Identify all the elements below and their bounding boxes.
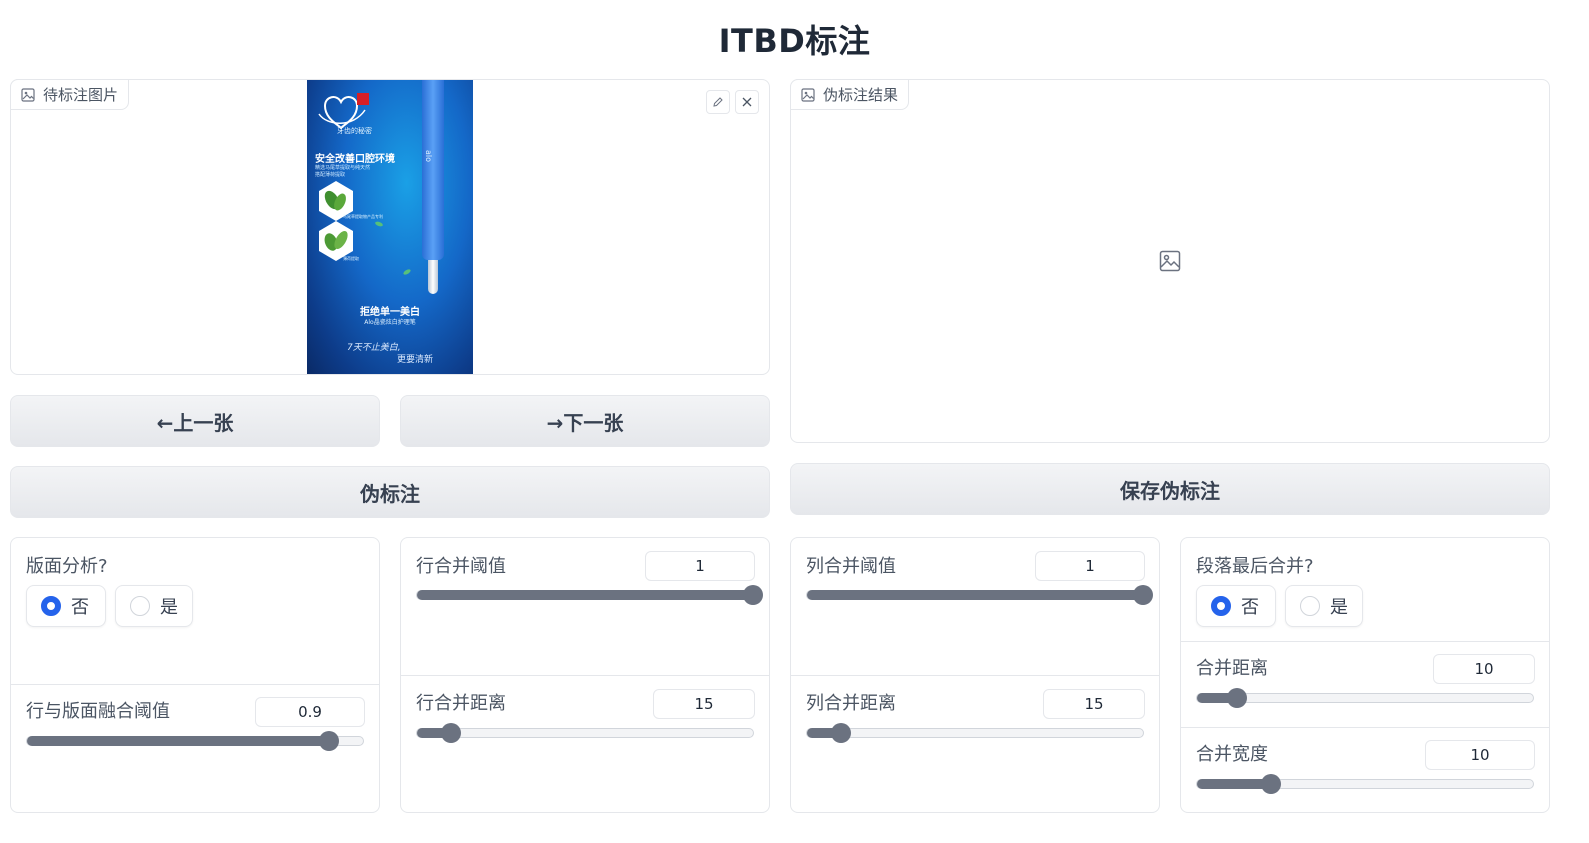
merge-width-input[interactable]: 10 bbox=[1425, 740, 1535, 770]
slider-thumb[interactable] bbox=[319, 731, 340, 751]
slider-fill bbox=[417, 590, 753, 600]
poster-subline-2: 搭配薄荷提取 bbox=[315, 172, 346, 178]
divider bbox=[1181, 727, 1549, 728]
next-button[interactable]: →下一张 bbox=[400, 395, 770, 447]
col-merge-distance-slider[interactable] bbox=[806, 723, 1144, 743]
merge-width-label: 合并宽度 bbox=[1196, 744, 1268, 765]
row-merge-threshold-input[interactable]: 1 bbox=[645, 551, 755, 581]
row-merge-distance-input[interactable]: 15 bbox=[653, 689, 755, 719]
image-icon bbox=[801, 87, 815, 102]
radio-selected-icon bbox=[41, 596, 61, 616]
input-image-label-text: 待标注图片 bbox=[43, 86, 119, 104]
col-merge-distance-label: 列合并距离 bbox=[806, 693, 896, 714]
paragraph-merge-label: 段落最后合并? bbox=[1196, 556, 1314, 577]
divider bbox=[401, 675, 769, 676]
col-merge-threshold-input[interactable]: 1 bbox=[1035, 551, 1145, 581]
divider bbox=[11, 684, 379, 685]
layout-analysis-option-yes[interactable]: 是 bbox=[115, 585, 193, 627]
row-merge-distance-label: 行合并距离 bbox=[416, 693, 506, 714]
clear-button[interactable] bbox=[735, 90, 759, 114]
divider bbox=[791, 675, 1159, 676]
edit-button[interactable] bbox=[706, 90, 730, 114]
poster-tagline-1: 7天不止美白, bbox=[347, 343, 401, 353]
col-merge-threshold-label: 列合并阈值 bbox=[806, 556, 896, 577]
paragraph-merge-option-yes[interactable]: 是 bbox=[1285, 585, 1363, 627]
slider-fill bbox=[807, 590, 1143, 600]
merge-distance-input[interactable]: 10 bbox=[1433, 654, 1535, 684]
option-label: 否 bbox=[1241, 597, 1259, 618]
close-icon bbox=[742, 97, 752, 107]
image-icon bbox=[21, 87, 35, 102]
layout-analysis-label: 版面分析? bbox=[26, 556, 108, 577]
row-merge-distance-slider[interactable] bbox=[416, 723, 754, 743]
merge-width-slider[interactable] bbox=[1196, 774, 1534, 794]
output-image-panel: 伪标注结果 bbox=[790, 79, 1550, 443]
pen-body bbox=[422, 80, 444, 260]
pen-tip bbox=[428, 260, 438, 294]
prev-button[interactable]: ←上一张 bbox=[10, 395, 380, 447]
input-image-label: 待标注图片 bbox=[10, 79, 130, 110]
col-merge-distance-input[interactable]: 15 bbox=[1043, 689, 1145, 719]
page-title: ITBD标注 bbox=[718, 22, 871, 60]
row-merge-threshold-label: 行合并阈值 bbox=[416, 556, 506, 577]
slider-thumb[interactable] bbox=[1133, 585, 1153, 605]
leaf-decoration bbox=[374, 220, 384, 228]
layout-analysis-box: 版面分析? 否 是 行与版面融合阈值 0.9 bbox=[10, 537, 380, 813]
col-merge-threshold-slider[interactable] bbox=[806, 585, 1153, 605]
column-merge-box: 列合并阈值 1 列合并距离 15 bbox=[790, 537, 1160, 813]
divider bbox=[1181, 641, 1549, 642]
paragraph-merge-option-no[interactable]: 否 bbox=[1196, 585, 1276, 627]
poster-headline: 安全改善口腔环境 bbox=[315, 154, 395, 165]
slider-fill bbox=[1197, 779, 1271, 789]
option-label: 是 bbox=[160, 597, 178, 618]
radio-selected-icon bbox=[1211, 596, 1231, 616]
layout-analysis-option-no[interactable]: 否 bbox=[26, 585, 106, 627]
pseudo-annotate-button[interactable]: 伪标注 bbox=[10, 466, 770, 518]
pen-text: alo bbox=[424, 150, 433, 163]
row-layout-fusion-slider[interactable] bbox=[26, 731, 364, 751]
poster-subline-1: 精选马尾草提取与纯天然 bbox=[315, 165, 371, 171]
output-image-label-text: 伪标注结果 bbox=[823, 86, 899, 104]
row-layout-fusion-input[interactable]: 0.9 bbox=[255, 697, 365, 727]
radio-unselected-icon bbox=[1300, 596, 1320, 616]
output-image-label: 伪标注结果 bbox=[790, 79, 910, 110]
slider-thumb[interactable] bbox=[1260, 774, 1281, 794]
slider-thumb[interactable] bbox=[743, 585, 763, 605]
slider-thumb[interactable] bbox=[1227, 688, 1248, 708]
save-pseudo-annotation-button[interactable]: 保存伪标注 bbox=[790, 463, 1550, 515]
input-image-panel: 待标注图片 牙齿的秘密 安全改善口腔环境 精选马尾草提取与纯天然 搭配薄荷提取 … bbox=[10, 79, 770, 375]
poster-brand: 牙齿的秘密 bbox=[337, 127, 372, 135]
merge-distance-slider[interactable] bbox=[1196, 688, 1534, 708]
row-merge-threshold-slider[interactable] bbox=[416, 585, 763, 605]
slider-thumb[interactable] bbox=[830, 723, 851, 743]
logo-badge bbox=[357, 93, 369, 105]
radio-unselected-icon bbox=[130, 596, 150, 616]
paragraph-merge-box: 段落最后合并? 否 是 合并距离 10 合并宽度 10 bbox=[1180, 537, 1550, 813]
merge-distance-label: 合并距离 bbox=[1196, 658, 1268, 679]
option-label: 否 bbox=[71, 597, 89, 618]
poster-tagline-2: 更要清新 bbox=[397, 355, 434, 365]
image-placeholder-icon bbox=[1159, 250, 1181, 272]
poster-slogan: 拒绝单一美白 bbox=[360, 307, 420, 318]
slider-fill bbox=[27, 736, 330, 746]
poster-image: 牙齿的秘密 安全改善口腔环境 精选马尾草提取与纯天然 搭配薄荷提取 马尾草提取物… bbox=[307, 80, 473, 374]
leaf-decoration bbox=[402, 268, 412, 276]
row-merge-box: 行合并阈值 1 行合并距离 15 bbox=[400, 537, 770, 813]
pencil-icon bbox=[713, 97, 723, 107]
plant2-caption: 薄荷提取 bbox=[343, 256, 359, 261]
row-layout-fusion-label: 行与版面融合阈值 bbox=[26, 701, 170, 722]
slider-thumb[interactable] bbox=[440, 723, 461, 743]
option-label: 是 bbox=[1330, 597, 1348, 618]
poster-product: Alo晶瓷炫白护理笔 bbox=[364, 319, 416, 326]
